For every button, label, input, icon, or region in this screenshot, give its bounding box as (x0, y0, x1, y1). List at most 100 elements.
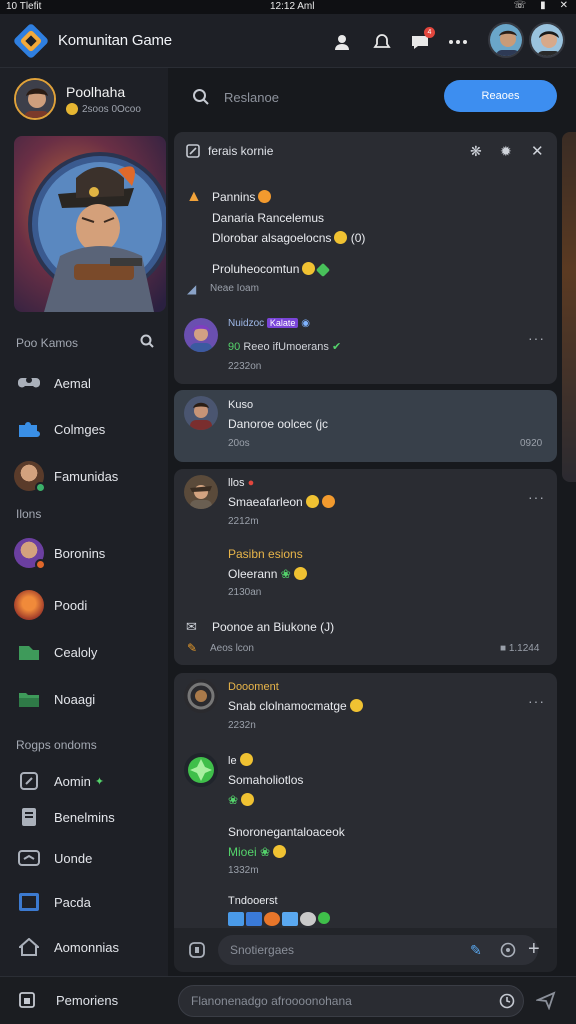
message-line: Poonoe an Biukone (J) (212, 620, 335, 634)
check-icon: ✔ (331, 341, 342, 353)
gear-icon[interactable]: ✹ (500, 143, 512, 160)
message-line: Somaholiotlos (228, 773, 304, 787)
pen-icon[interactable]: ✎ (470, 942, 482, 959)
emoji-icon (239, 753, 253, 766)
note-label: Neae Ioam (210, 283, 259, 294)
sidebar-item-famunidas[interactable]: Famunidas (14, 460, 164, 493)
more-icon[interactable]: ··· (528, 489, 545, 505)
online-badge (35, 482, 46, 493)
message-line: Danoroe oolcec (jc (228, 417, 329, 431)
message-time: 2212m (228, 516, 259, 527)
reaction-row: ❀ (228, 793, 255, 807)
decorative-edge (562, 132, 576, 482)
message-line: Proluheocomtun (212, 262, 331, 278)
friend-avatar[interactable] (488, 22, 524, 58)
chat-icon[interactable]: 4 (408, 27, 435, 54)
sidebar-item-cealoly[interactable]: Cealoly (14, 636, 164, 668)
battery-icon: ▮ (540, 0, 546, 11)
sidebar-item-noaagi[interactable]: Noaagi (14, 683, 164, 715)
more-icon[interactable]: ··· (528, 330, 545, 346)
coin-icon (66, 103, 78, 115)
sticker-row (228, 912, 330, 926)
screen-icon (14, 887, 44, 917)
message-line: 90 Reeo ifUmoerans ✔ (228, 341, 342, 353)
sidebar-item-aomin[interactable]: Aomin ✦ (14, 765, 164, 797)
chat-panel-2[interactable]: Kuso Danoroe oolcec (jc 20os 0920 (174, 390, 557, 462)
user-avatar[interactable] (184, 475, 218, 509)
notification-bell-icon[interactable] (370, 30, 394, 54)
message-input[interactable] (218, 935, 538, 965)
status-left: 10 Tlefit (6, 1, 42, 12)
compose-icon[interactable] (186, 144, 200, 158)
home-icon (14, 932, 44, 962)
timer-icon[interactable] (499, 993, 515, 1012)
sidebar-item-boronins[interactable]: Boronins (14, 537, 164, 570)
message-time: 2232on (228, 361, 262, 372)
clover-icon (316, 262, 331, 278)
close-icon[interactable]: ✕ (560, 0, 568, 11)
emoji-icon (293, 567, 307, 580)
profile-avatar[interactable] (529, 22, 565, 58)
notification-count-badge: 4 (424, 27, 435, 38)
more-icon[interactable]: ··· (528, 693, 545, 709)
user-avatar[interactable] (184, 318, 218, 352)
message-author: Doooment (228, 681, 279, 693)
user-profile[interactable]: Poolhaha 2soos 0Ocoo (14, 78, 164, 122)
emoji-icon (258, 190, 272, 203)
chat-panel-1: ferais kornie ❋ ✹ ✕ ▲ Pannins Danaria Ra… (174, 132, 557, 384)
search-input[interactable] (224, 86, 414, 108)
bottom-nav-label[interactable]: Pemoriens (56, 993, 118, 1008)
user-avatar[interactable] (184, 753, 218, 787)
section-title-ilons: Ilons (16, 507, 42, 521)
edit-icon (14, 766, 44, 796)
send-icon[interactable] (534, 990, 556, 1013)
user-avatar[interactable] (14, 78, 56, 120)
sidebar-item-pacda[interactable]: Pacda (14, 886, 164, 918)
fire-icon: ▲ (186, 188, 202, 205)
more-icon[interactable] (446, 30, 470, 54)
emoji-icon (241, 793, 255, 806)
message-time: 1332m (228, 865, 259, 876)
bottom-bar: Pemoriens (0, 976, 576, 1024)
primary-action-button[interactable]: Reaoes (444, 80, 557, 112)
sidebar-search-icon[interactable] (140, 334, 154, 351)
message-author: Kuso (228, 399, 254, 411)
sidebar-item-aomonnias[interactable]: Aomonnias (14, 931, 164, 963)
controller-icon (14, 368, 44, 398)
message-line: Mioei ❀ (228, 845, 287, 859)
settings-icon[interactable]: ❋ (470, 143, 482, 160)
app-logo-icon (14, 24, 48, 58)
search-icon (193, 89, 209, 105)
add-icon[interactable]: + (528, 938, 540, 961)
hero-character-card[interactable] (14, 136, 166, 312)
sparkle-icon: ✦ (94, 775, 105, 788)
emoji-icon (349, 699, 363, 712)
sidebar-item-aemal[interactable]: Aemal (14, 367, 164, 399)
archive-icon[interactable] (18, 991, 36, 1012)
sidebar-item-colmges[interactable]: Colmges (14, 413, 164, 445)
sidebar-item-uonde[interactable]: Uonde (14, 842, 164, 874)
message-line: Smaeafarleon (228, 495, 335, 509)
search-bar[interactable] (186, 80, 426, 114)
attach-icon[interactable] (188, 941, 206, 962)
verified-icon: ◉ (301, 318, 310, 329)
avatar-icon (14, 590, 44, 620)
close-icon[interactable]: ✕ (531, 142, 544, 160)
user-icon[interactable] (330, 30, 354, 54)
puzzle-icon (14, 414, 44, 444)
sidebar-item-poodi[interactable]: Poodi (14, 589, 164, 621)
chat-panel-3: llos ● Smaeafarleon 2212m ··· Pasibn esi… (174, 469, 557, 665)
message-line: Danaria Rancelemus (212, 211, 325, 225)
message-author: Tndooerst (228, 895, 278, 907)
message-author: Pasibn esions (228, 547, 303, 561)
leaf-icon (14, 637, 44, 667)
emoji-icon (321, 495, 335, 508)
global-message-input[interactable] (178, 985, 524, 1017)
emoji-picker-icon[interactable] (500, 942, 516, 961)
sidebar-item-benelmins[interactable]: Benelmins (14, 801, 164, 833)
user-avatar[interactable] (184, 396, 218, 430)
user-avatar[interactable] (184, 679, 218, 713)
app-title: Komunitan Game (58, 32, 172, 49)
note-label: Aeos lcon (210, 643, 254, 654)
status-badge (35, 559, 46, 570)
